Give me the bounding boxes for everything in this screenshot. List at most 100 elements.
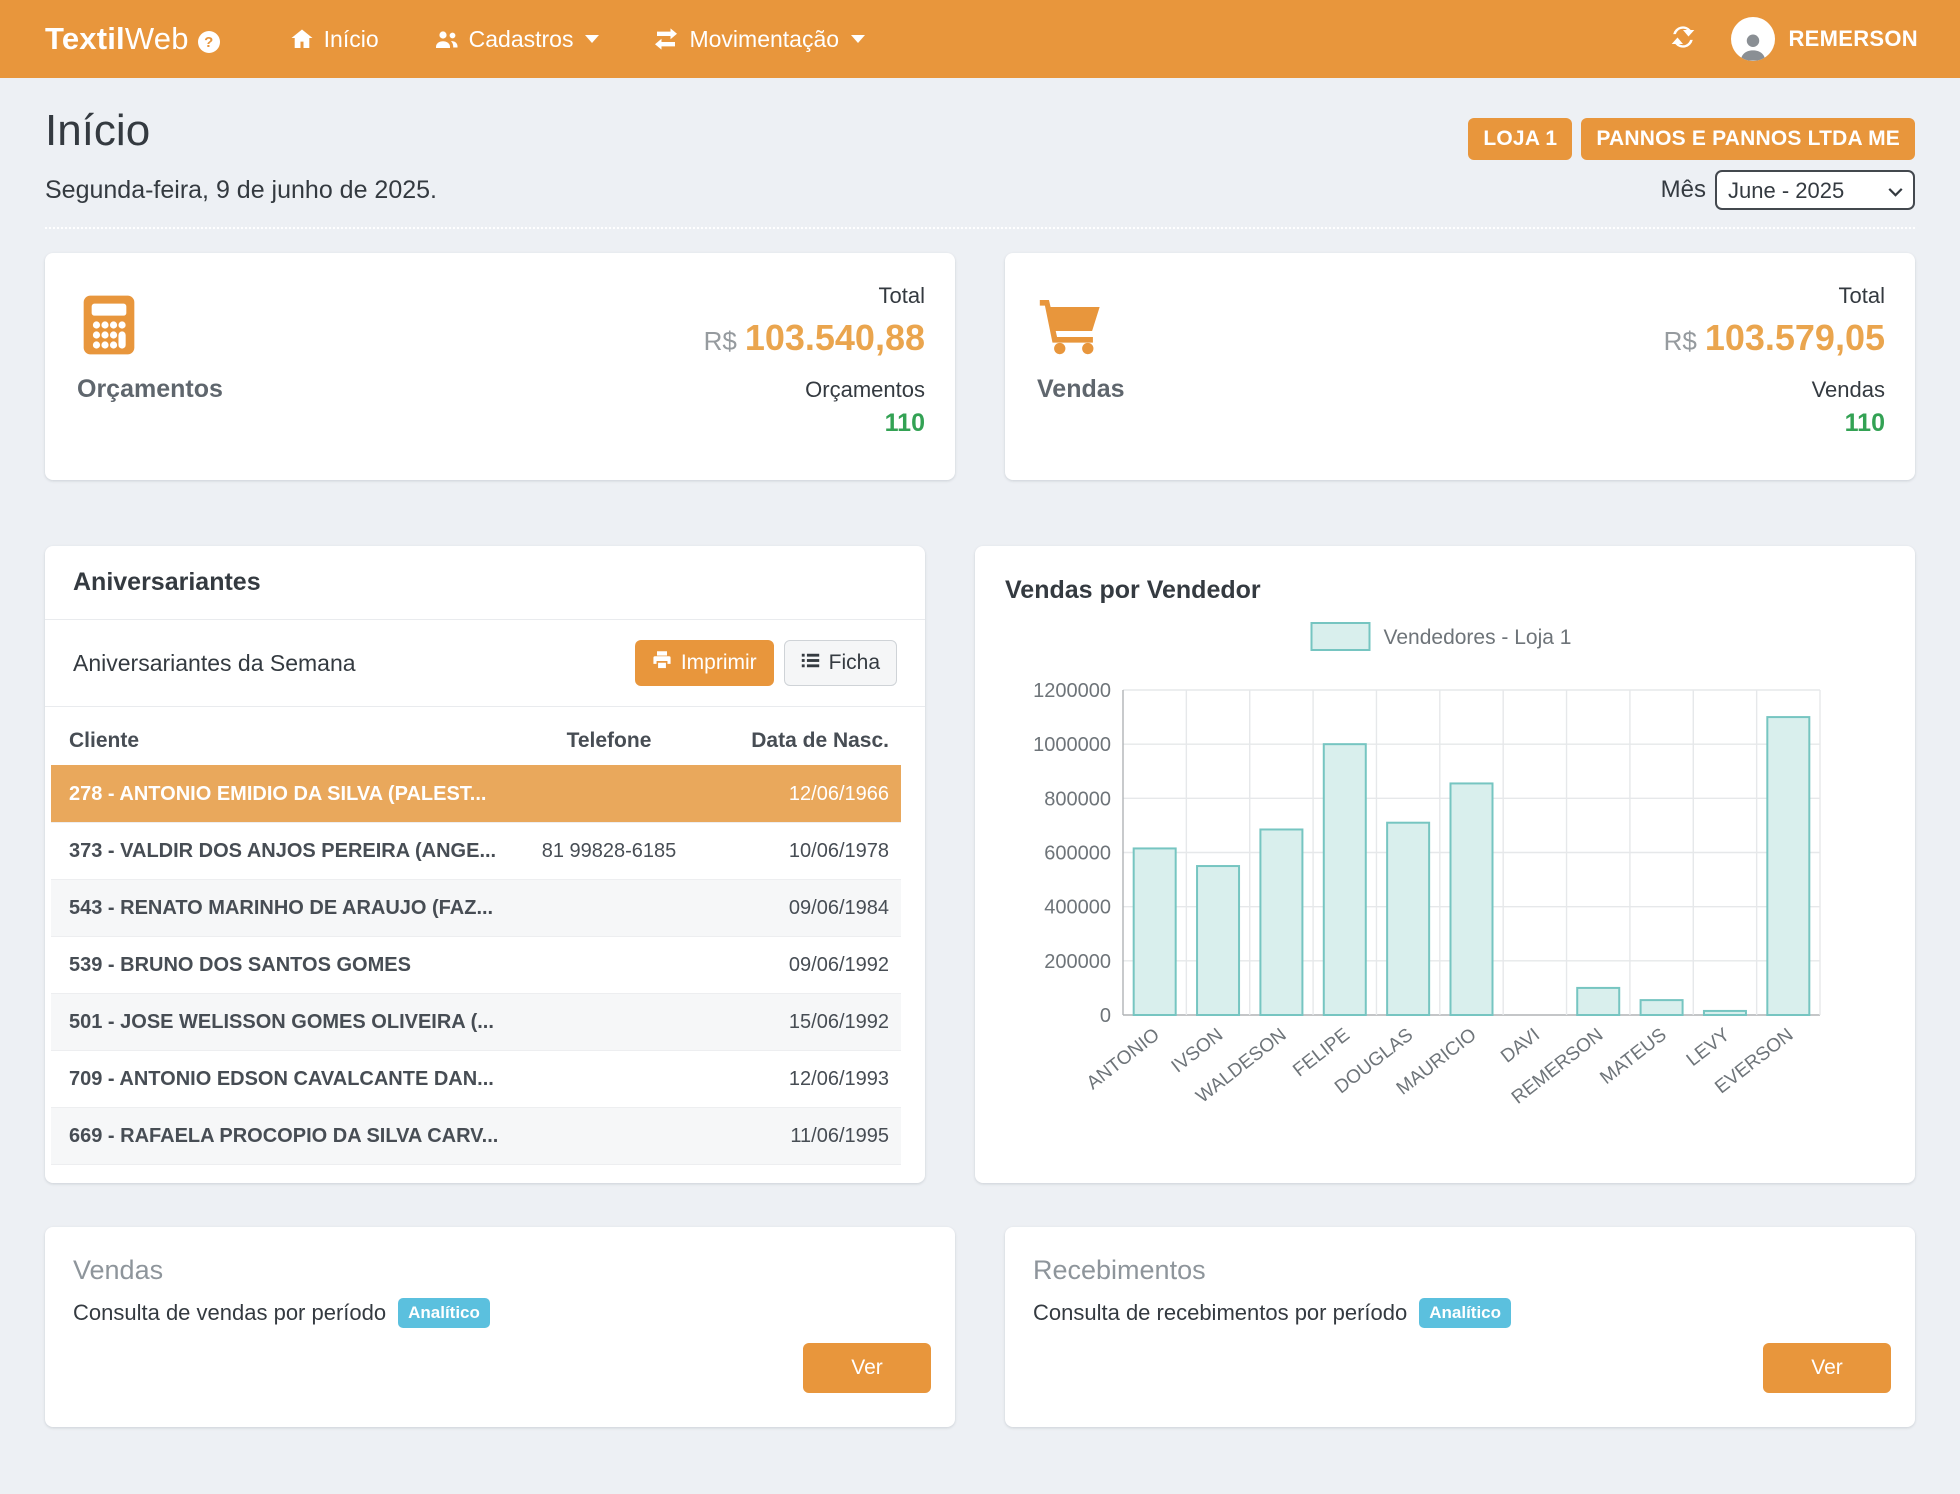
divider	[45, 227, 1915, 229]
nav-label: Cadastros	[469, 26, 574, 53]
vendas-por-vendedor-card: Vendas por Vendedor Vendedores - Loja 10…	[975, 546, 1915, 1183]
nav-item-inicio[interactable]: Início	[290, 26, 379, 53]
vendas-card: Vendas Total R$103.579,05 Vendas 110	[1005, 253, 1915, 480]
page-title: Início	[45, 106, 150, 156]
imprimir-button[interactable]: Imprimir	[635, 640, 774, 686]
client-name: 501 - JOSE WELISSON GOMES OLIVEIRA (...	[69, 1011, 504, 1034]
table-row[interactable]: 543 - RENATO MARINHO DE ARAUJO (FAZ...09…	[51, 879, 901, 936]
recebimentos-report-card: Recebimentos Consulta de recebimentos po…	[1005, 1227, 1915, 1427]
home-icon	[290, 27, 314, 51]
analitico-badge: Analítico	[1419, 1298, 1511, 1328]
bar-levy[interactable]	[1704, 1011, 1746, 1015]
table-row[interactable]: 501 - JOSE WELISSON GOMES OLIVEIRA (... 1…	[51, 993, 901, 1050]
bar-waldeson[interactable]	[1260, 829, 1302, 1015]
currency: R$	[1664, 326, 1697, 356]
store-badge: LOJA 1	[1468, 118, 1572, 160]
bar-mauricio[interactable]	[1451, 783, 1493, 1015]
refresh-icon[interactable]	[1669, 23, 1697, 56]
x-tick-label: DAVI	[1497, 1024, 1544, 1067]
report-title: Recebimentos	[1033, 1255, 1887, 1286]
month-select[interactable]: June - 2025	[1715, 170, 1915, 210]
bar-ivson[interactable]	[1197, 866, 1239, 1015]
stat-label: Orçamentos	[77, 375, 223, 404]
client-birthdate: 09/06/1984	[714, 897, 889, 920]
calculator-icon	[77, 293, 141, 362]
chevron-down-icon	[851, 35, 865, 43]
client-phone: 81 99671-4146	[504, 1182, 714, 1184]
list-icon	[801, 651, 820, 676]
y-tick-label: 200000	[1044, 951, 1111, 973]
y-tick-label: 800000	[1044, 788, 1111, 810]
col-telefone: Telefone	[504, 729, 714, 753]
printer-icon	[652, 650, 672, 676]
table-row[interactable]: 278 - ANTONIO EMIDIO DA SILVA (PALEST...…	[51, 765, 901, 822]
aniversariantes-card: Aniversariantes Aniversariantes da Seman…	[45, 546, 925, 1183]
total-label: Total	[704, 283, 925, 309]
ficha-button[interactable]: Ficha	[784, 640, 897, 686]
bar-felipe[interactable]	[1324, 744, 1366, 1015]
nav-label: Início	[324, 26, 379, 53]
client-phone: 81 99828-6185	[504, 840, 714, 863]
current-date: Segunda-feira, 9 de junho de 2025.	[45, 176, 437, 205]
client-name: 309 - ANA SEVERINA PAES DA SILVA	[69, 1182, 504, 1184]
username: REMERSON	[1788, 26, 1918, 52]
client-name: 709 - ANTONIO EDSON CAVALCANTE DAN...	[69, 1068, 504, 1091]
legend-label: Vendedores - Loja 1	[1384, 626, 1572, 649]
vendas-report-card: Vendas Consulta de vendas por período An…	[45, 1227, 955, 1427]
legend-swatch	[1312, 623, 1370, 650]
table-row[interactable]: 709 - ANTONIO EDSON CAVALCANTE DAN... 12/…	[51, 1050, 901, 1107]
users-icon	[433, 27, 459, 51]
nav-item-cadastros[interactable]: Cadastros	[433, 26, 600, 53]
cart-icon	[1037, 293, 1103, 360]
bar-mateus[interactable]	[1641, 1000, 1683, 1015]
y-tick-label: 400000	[1044, 897, 1111, 919]
bar-douglas[interactable]	[1387, 823, 1429, 1015]
table-row[interactable]: 669 - RAFAELA PROCOPIO DA SILVA CARV... 1…	[51, 1107, 901, 1164]
report-title: Vendas	[73, 1255, 927, 1286]
bar-antonio[interactable]	[1134, 848, 1176, 1015]
nav-item-movimentacao[interactable]: Movimentação	[653, 26, 865, 53]
count-label: Orçamentos	[704, 377, 925, 403]
bar-everson[interactable]	[1767, 717, 1809, 1015]
client-name: 669 - RAFAELA PROCOPIO DA SILVA CARV...	[69, 1125, 504, 1148]
y-tick-label: 600000	[1044, 843, 1111, 865]
ver-button[interactable]: Ver	[1763, 1343, 1891, 1393]
main-nav: Início Cadastros Movimentação	[290, 26, 865, 53]
client-birthdate: 12/06/1993	[714, 1068, 889, 1091]
card-title: Aniversariantes	[45, 546, 925, 620]
table-row[interactable]: 309 - ANA SEVERINA PAES DA SILVA81 99671…	[51, 1164, 901, 1183]
store-badges: LOJA 1 PANNOS E PANNOS LTDA ME	[1468, 118, 1915, 160]
ver-button[interactable]: Ver	[803, 1343, 931, 1393]
client-birthdate: 15/06/1992	[714, 1011, 889, 1034]
count-label: Vendas	[1664, 377, 1885, 403]
top-navbar: TextilWeb ? Início Cadastros	[0, 0, 1960, 78]
total-value: 103.579,05	[1705, 317, 1885, 358]
table-row[interactable]: 373 - VALDIR DOS ANJOS PEREIRA (ANGE...8…	[51, 822, 901, 879]
navbar-right: REMERSON	[1669, 17, 1918, 61]
help-icon[interactable]: ?	[198, 31, 220, 53]
col-data-nasc: Data de Nasc.	[714, 729, 889, 753]
table-row[interactable]: 539 - BRUNO DOS SANTOS GOMES09/06/1992	[51, 936, 901, 993]
button-label: Imprimir	[681, 651, 757, 675]
y-tick-label: 1000000	[1033, 734, 1111, 756]
brand[interactable]: TextilWeb ?	[45, 21, 220, 57]
x-tick-label: IVSON	[1168, 1024, 1228, 1077]
page-content: Início LOJA 1 PANNOS E PANNOS LTDA ME Se…	[0, 106, 1960, 1427]
y-tick-label: 1200000	[1033, 680, 1111, 702]
analitico-badge: Analítico	[398, 1298, 490, 1328]
client-birthdate: 11/06/1995	[714, 1125, 889, 1148]
currency: R$	[704, 326, 737, 356]
report-subtitle: Consulta de recebimentos por período	[1033, 1300, 1407, 1326]
avatar	[1731, 17, 1775, 61]
client-birthdate: 12/06/1966	[714, 783, 889, 806]
orcamentos-card: Orçamentos Total R$103.540,88 Orçamentos…	[45, 253, 955, 480]
client-name: 539 - BRUNO DOS SANTOS GOMES	[69, 954, 504, 977]
company-badge: PANNOS E PANNOS LTDA ME	[1581, 118, 1915, 160]
client-birthdate: 10/06/1978	[714, 840, 889, 863]
exchange-icon	[653, 27, 679, 51]
user-menu[interactable]: REMERSON	[1731, 17, 1918, 61]
brand-text: TextilWeb	[45, 21, 189, 57]
bar-remerson[interactable]	[1577, 988, 1619, 1015]
table-header: Cliente Telefone Data de Nasc.	[51, 717, 901, 765]
stat-label: Vendas	[1037, 375, 1125, 404]
